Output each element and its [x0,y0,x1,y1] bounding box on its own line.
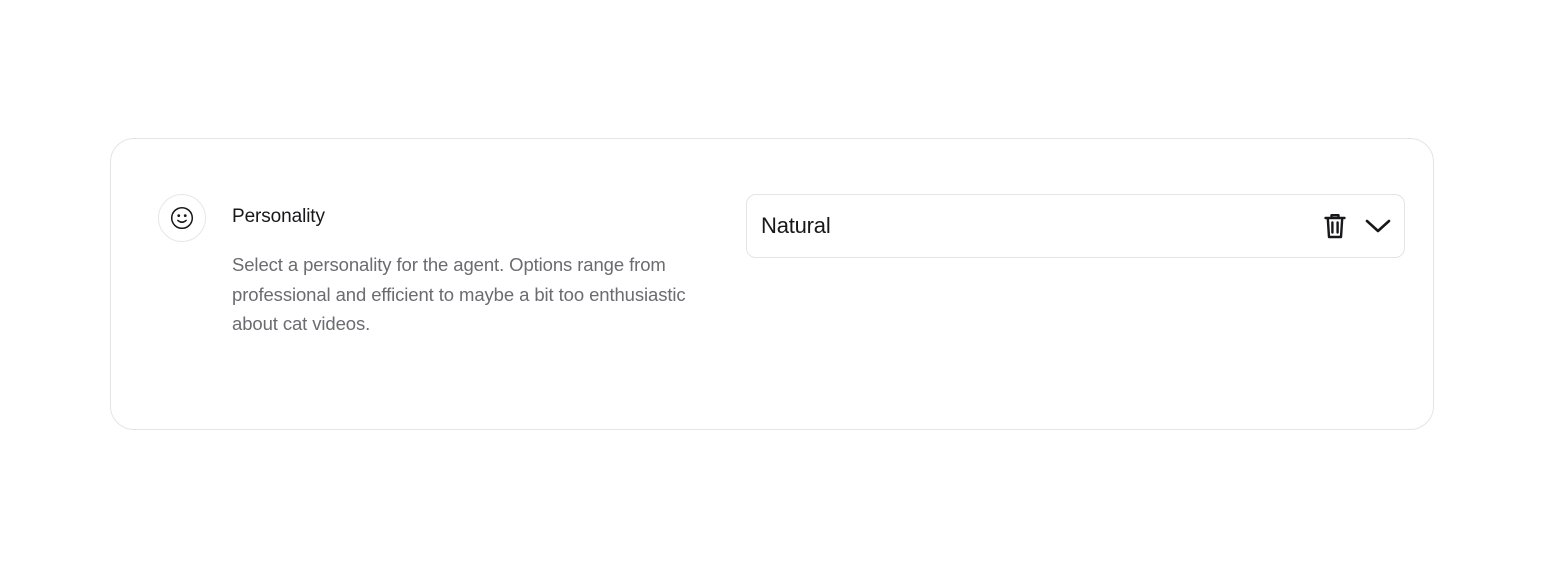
chevron-down-icon[interactable] [1364,214,1392,238]
select-value: Natural [761,213,831,238]
personality-select[interactable]: Natural [746,194,1405,258]
personality-icon-badge [158,194,206,242]
setting-description: Select a personality for the agent. Opti… [232,254,686,334]
smiley-face-icon [170,206,194,230]
personality-setting-card: Personality Select a personality for the… [110,138,1434,430]
trash-icon[interactable] [1323,213,1347,239]
setting-title: Personality [232,206,325,227]
